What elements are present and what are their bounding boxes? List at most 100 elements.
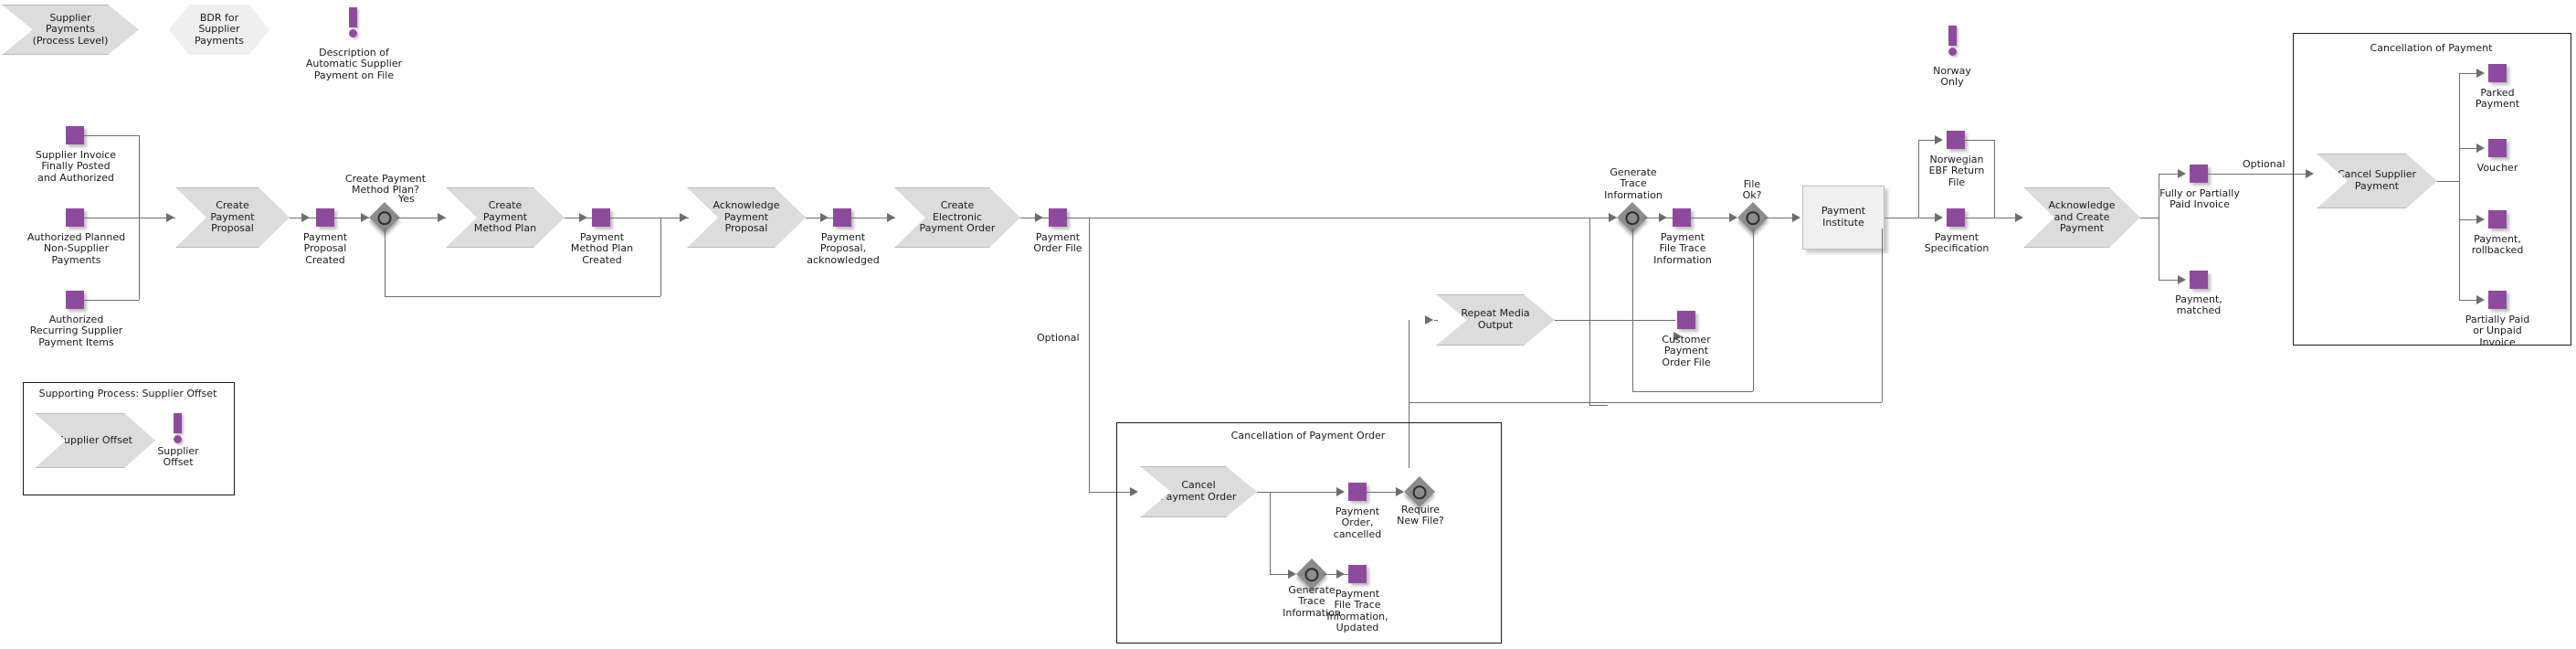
event-voucher[interactable] — [2488, 139, 2507, 157]
frame-cancellation-of-payment-title: Cancellation of Payment — [2370, 42, 2493, 54]
edge-repeat-loop-right-v — [1882, 229, 1883, 402]
arrow-gw-generate-trace — [1609, 213, 1617, 222]
edge-csp-out — [2437, 181, 2459, 182]
function-create-electronic-payment-order[interactable]: Create Electronic Payment Order — [894, 187, 1020, 248]
event-customer-payment-order-file-label: Customer Payment Order File — [1662, 334, 1711, 368]
event-payment-matched[interactable] — [2190, 271, 2208, 289]
arrow-fileok — [1729, 213, 1737, 222]
gateway-require-new-file-label: Require New File? — [1397, 504, 1444, 527]
arrow-acknowledge-and-create-payment — [2015, 213, 2023, 222]
supplier-offset-note-bar-icon — [173, 413, 182, 433]
norway-only-note-label: Norway Only — [1933, 65, 1971, 89]
event-fully-or-partially-paid-invoice-label: Fully or Partially Paid Invoice — [2159, 187, 2240, 211]
event-payment-specification[interactable] — [1947, 208, 1965, 227]
event-payment-file-trace-information[interactable] — [1673, 208, 1691, 227]
edge-gwtrace-down-h — [1632, 391, 1682, 392]
arrow-parked-payment — [2476, 69, 2485, 78]
unit-payment-institute[interactable]: Payment Institute — [1802, 186, 1884, 250]
arrow-cpmp — [438, 213, 446, 222]
bdr-label: BDR for Supplier Payments — [195, 11, 244, 47]
note-dot-icon — [348, 29, 357, 37]
description-note-icon — [347, 7, 358, 37]
event-payment-method-plan-created[interactable] — [592, 208, 610, 227]
arrow-repeat-media-output — [1425, 315, 1433, 324]
supplier-offset-note-label: Supplier Offset — [157, 445, 199, 469]
event-authorized-planned-non-supplier-payments[interactable] — [66, 208, 84, 227]
arrow-payment-institute — [1792, 213, 1800, 222]
frame-cancellation-of-payment — [2293, 33, 2571, 346]
function-acknowledge-payment-proposal-label: Acknowledge Payment Proposal — [713, 199, 780, 235]
event-norwegian-ebf-return-file-label: Norwegian EBF Return File — [1928, 154, 1985, 188]
event-authorized-planned-non-supplier-payments-label: Authorized Planned Non-Supplier Payments — [26, 231, 126, 266]
edge-label-optional-order-file: Optional — [1037, 332, 1080, 344]
supplier-offset-note-dot-icon — [173, 435, 182, 443]
event-payment-order-cancelled[interactable] — [1348, 483, 1367, 501]
edge-start3-h — [84, 300, 139, 301]
edge-cpo-top-h — [1270, 492, 1343, 493]
edge-repeat-in-h — [1434, 320, 1438, 321]
edge-fileok-down — [1753, 229, 1754, 391]
function-create-payment-proposal-label: Create Payment Proposal — [210, 199, 255, 235]
note-bar-icon — [348, 7, 357, 27]
gateway-file-ok-label: File Ok? — [1742, 178, 1762, 202]
gateway-create-payment-method-plan-label: Create Payment Method Plan? — [344, 173, 427, 197]
edge-cpo-split-v — [1270, 492, 1271, 574]
arrow-pof — [1035, 213, 1043, 222]
arrow-ack-proposal — [680, 213, 688, 222]
event-payment-specification-label: Payment Specification — [1924, 231, 1990, 255]
arrow-cepo — [887, 213, 895, 222]
event-payment-proposal-created[interactable] — [316, 208, 334, 227]
function-acknowledge-and-create-payment[interactable]: Acknowledge and Create Payment — [2023, 187, 2140, 248]
event-customer-payment-order-file[interactable] — [1677, 311, 1695, 329]
unit-payment-institute-label: Payment Institute — [1821, 205, 1866, 229]
function-create-payment-method-plan[interactable]: Create Payment Method Plan — [446, 187, 565, 248]
event-authorized-recurring-supplier-payment-items[interactable] — [66, 291, 84, 309]
process-level-chevron[interactable]: Supplier Payments (Process Level) — [2, 5, 139, 55]
edge-fileok-down-h — [1682, 391, 1753, 392]
edge-repeat-loop-bottom — [1409, 402, 1882, 403]
arrow-voucher — [2476, 144, 2485, 153]
arrow-generate-trace-2 — [1288, 569, 1296, 579]
function-acknowledge-and-create-payment-label: Acknowledge and Create Payment — [2048, 199, 2116, 235]
edge-gw1-no-v2 — [660, 218, 661, 296]
arrow-payment-order-cancelled — [1336, 487, 1345, 496]
event-payment-order-file[interactable] — [1049, 208, 1067, 227]
function-create-payment-proposal[interactable]: Create Payment Proposal — [175, 187, 290, 248]
function-repeat-media-output[interactable]: Repeat Media Output — [1436, 294, 1555, 346]
event-parked-payment-label: Parked Payment — [2475, 87, 2520, 111]
arrow-require-new-file — [1396, 487, 1404, 496]
process-level-label: Supplier Payments (Process Level) — [32, 11, 109, 47]
edge-gwtrace-down — [1632, 229, 1633, 391]
description-note-label: Description of Automatic Supplier Paymen… — [305, 47, 403, 81]
arrow-payment-specification — [1935, 213, 1943, 222]
event-payment-matched-label: Payment, matched — [2175, 293, 2222, 317]
edge-gw1-no-h — [385, 296, 660, 297]
event-parked-payment[interactable] — [2488, 64, 2507, 82]
bdr-hexagon[interactable]: BDR for Supplier Payments — [169, 5, 269, 55]
event-payment-rollbacked[interactable] — [2488, 210, 2507, 229]
arrow-payment-rollbacked — [2476, 215, 2485, 224]
edge-ebf-merge-h — [1965, 140, 1994, 141]
edge-repeat-return-h — [1589, 405, 1608, 406]
edge-cpo-out — [1257, 492, 1270, 493]
edge-start1-h — [84, 135, 139, 136]
arrow-pmpc — [579, 213, 587, 222]
event-supplier-invoice-finally-posted[interactable] — [66, 126, 84, 144]
arrow-to-create-payment-proposal — [166, 213, 174, 222]
arrow-partially-paid-or-unpaid — [2476, 295, 2485, 304]
event-payment-file-trace-information-updated[interactable] — [1348, 565, 1367, 583]
event-partially-paid-or-unpaid-invoice-label: Partially Paid or Unpaid Invoice — [2465, 314, 2530, 348]
event-partially-paid-or-unpaid-invoice[interactable] — [2488, 291, 2507, 309]
arrow-gw1 — [361, 213, 369, 222]
event-payment-proposal-acknowledged[interactable] — [833, 208, 851, 227]
edge-label-yes: Yes — [398, 193, 415, 205]
function-create-electronic-payment-order-label: Create Electronic Payment Order — [919, 199, 996, 235]
edge-label-optional-cancel-payment: Optional — [2243, 158, 2286, 170]
edge-pof-optional-v — [1089, 218, 1090, 492]
event-payment-file-trace-information-label: Payment File Trace Information — [1653, 231, 1712, 266]
edge-repeat-return-v — [1589, 218, 1590, 405]
event-fully-or-partially-paid-invoice[interactable] — [2190, 165, 2208, 183]
event-norwegian-ebf-return-file[interactable] — [1947, 131, 1965, 149]
event-payment-proposal-acknowledged-label: Payment Proposal, acknowledged — [807, 231, 880, 266]
arrow-payment-matched — [2178, 275, 2186, 284]
